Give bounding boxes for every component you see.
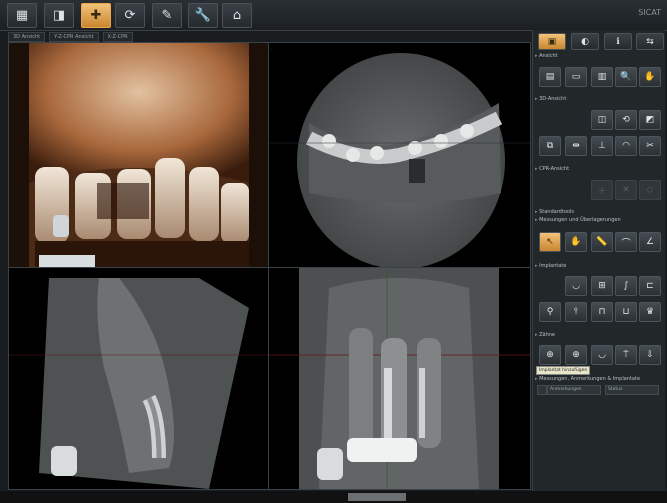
guide-icon[interactable]: ◡	[591, 345, 613, 365]
layout-icon[interactable]: ▤	[539, 67, 561, 87]
sagittal-slice-view[interactable]	[8, 267, 269, 490]
add-tooth-icon[interactable]: ⊕	[539, 345, 561, 365]
view-tabs: 3D Ansicht Y-Z-CPR Ansicht X-Z-CPR	[8, 32, 133, 42]
arch-icon[interactable]: ◡	[565, 276, 587, 296]
coronal-slice-image	[269, 268, 530, 489]
pin-icon[interactable]: ⍑	[615, 345, 637, 365]
nerve-icon[interactable]: ∫	[615, 276, 637, 296]
section-standardtools[interactable]: Standardtools	[535, 208, 663, 216]
3d-volume-view[interactable]	[8, 42, 269, 268]
export-icon[interactable]: ⇩	[639, 345, 661, 365]
tab-yz-cpr[interactable]: Y-Z-CPR Ansicht	[49, 32, 99, 42]
add-implant-icon[interactable]: ⊕	[565, 345, 587, 365]
section-ansicht[interactable]: Ansicht	[535, 52, 663, 60]
list-field-status[interactable]: Status	[605, 385, 659, 395]
crown-icon[interactable]: ♛	[639, 302, 661, 322]
section-liste[interactable]: Messungen, Anmerkungen & Implantate	[535, 375, 663, 383]
bottom-handle[interactable]	[348, 493, 406, 501]
axial-slice-view[interactable]: ·	[268, 42, 531, 268]
align-icon[interactable]: ⇹	[565, 136, 587, 156]
cpr-edit-icon: ◇	[639, 180, 661, 200]
axial-slice-image: ·	[269, 47, 530, 267]
app-logo: SICAT	[638, 8, 661, 17]
cube-icon[interactable]: ◫	[591, 110, 613, 130]
tab-xz-cpr[interactable]: X-Z-CPR	[102, 32, 133, 42]
status-bar	[0, 491, 667, 503]
pan-hand-icon[interactable]: ✋	[565, 232, 587, 252]
list-field-annotations[interactable]: Anmerkungen	[547, 385, 601, 395]
zoom-icon[interactable]: 🔍	[615, 67, 637, 87]
volume-icon[interactable]: ◨	[44, 3, 74, 28]
abutment-icon[interactable]: ⊔	[615, 302, 637, 322]
monitor-icon[interactable]: ▥	[591, 67, 613, 87]
section-implantate[interactable]: Implantate	[535, 262, 663, 270]
home-icon[interactable]: ⌂	[222, 3, 252, 28]
section-3d-ansicht[interactable]: 3D-Ansicht	[535, 95, 663, 103]
section-messungen[interactable]: Messungen und Überlagerungen	[535, 216, 663, 224]
list-color-swatch[interactable]	[537, 385, 547, 395]
link-icon[interactable]: ⧉	[539, 136, 561, 156]
panel-tab-tooth-icon[interactable]: ◐	[571, 33, 599, 50]
panel-tab-export-icon[interactable]: ⇆	[636, 33, 664, 50]
measure-icon[interactable]: ✎	[152, 3, 182, 28]
canal-icon[interactable]: ⊏	[639, 276, 661, 296]
reset-view-icon[interactable]: ⟲	[615, 110, 637, 130]
section-zaehne[interactable]: Zähne	[535, 331, 663, 339]
arc-icon[interactable]: ⌒	[615, 232, 637, 252]
grid-view-icon[interactable]: ▦	[7, 3, 37, 28]
app-window: ▦ ◨ ✚ ⟳ ✎ 🔧 ⌂ SICAT 3D Ansicht Y-Z-CPR A…	[0, 0, 667, 503]
pointer-icon[interactable]: ↖	[539, 232, 561, 252]
tooth-icon[interactable]: ✚	[81, 3, 111, 28]
sagittal-slice-image	[9, 278, 268, 489]
section-cpr[interactable]: CPR-Ansicht	[535, 165, 663, 173]
clip-icon[interactable]: ✂	[639, 136, 661, 156]
panel-tab-info-icon[interactable]: ℹ	[604, 33, 632, 50]
implant-icon[interactable]: ⚲	[539, 302, 561, 322]
volume-render-icon[interactable]: ◩	[639, 110, 661, 130]
angle-icon[interactable]: ∠	[639, 232, 661, 252]
wrench-icon[interactable]: 🔧	[188, 3, 218, 28]
rotate-icon[interactable]: ⟳	[115, 3, 145, 28]
pan-icon[interactable]: ✋	[639, 67, 661, 87]
cpr-remove-icon: ✕	[615, 180, 637, 200]
tool-panel: ▣ ◐ ℹ ⇆ Ansicht ▤ ▭ ▥ 🔍 ✋ 3D-Ansicht ◫ ⟲…	[532, 30, 665, 498]
sleeve-icon[interactable]: ⊓	[591, 302, 613, 322]
jaw-icon[interactable]: ◠	[615, 136, 637, 156]
main-toolbar: ▦ ◨ ✚ ⟳ ✎ 🔧 ⌂ SICAT	[0, 0, 667, 31]
axial-tick-label: ·	[271, 47, 273, 53]
panel-tab-tools-icon[interactable]: ▣	[538, 33, 566, 50]
drill-icon[interactable]: ⫯	[565, 302, 587, 322]
tab-3d[interactable]: 3D Ansicht	[8, 32, 46, 42]
cpr-add-icon: ＋	[591, 180, 613, 200]
tooth-add-icon[interactable]: ⊞	[591, 276, 613, 296]
ruler-icon[interactable]: 📏	[591, 232, 613, 252]
panorama-icon[interactable]: ▭	[565, 67, 587, 87]
3d-render-image	[29, 43, 249, 267]
implant-view-icon[interactable]: ⊥	[591, 136, 613, 156]
coronal-slice-view[interactable]	[268, 267, 531, 490]
tooltip: Implantat hinzufügen	[536, 366, 591, 375]
